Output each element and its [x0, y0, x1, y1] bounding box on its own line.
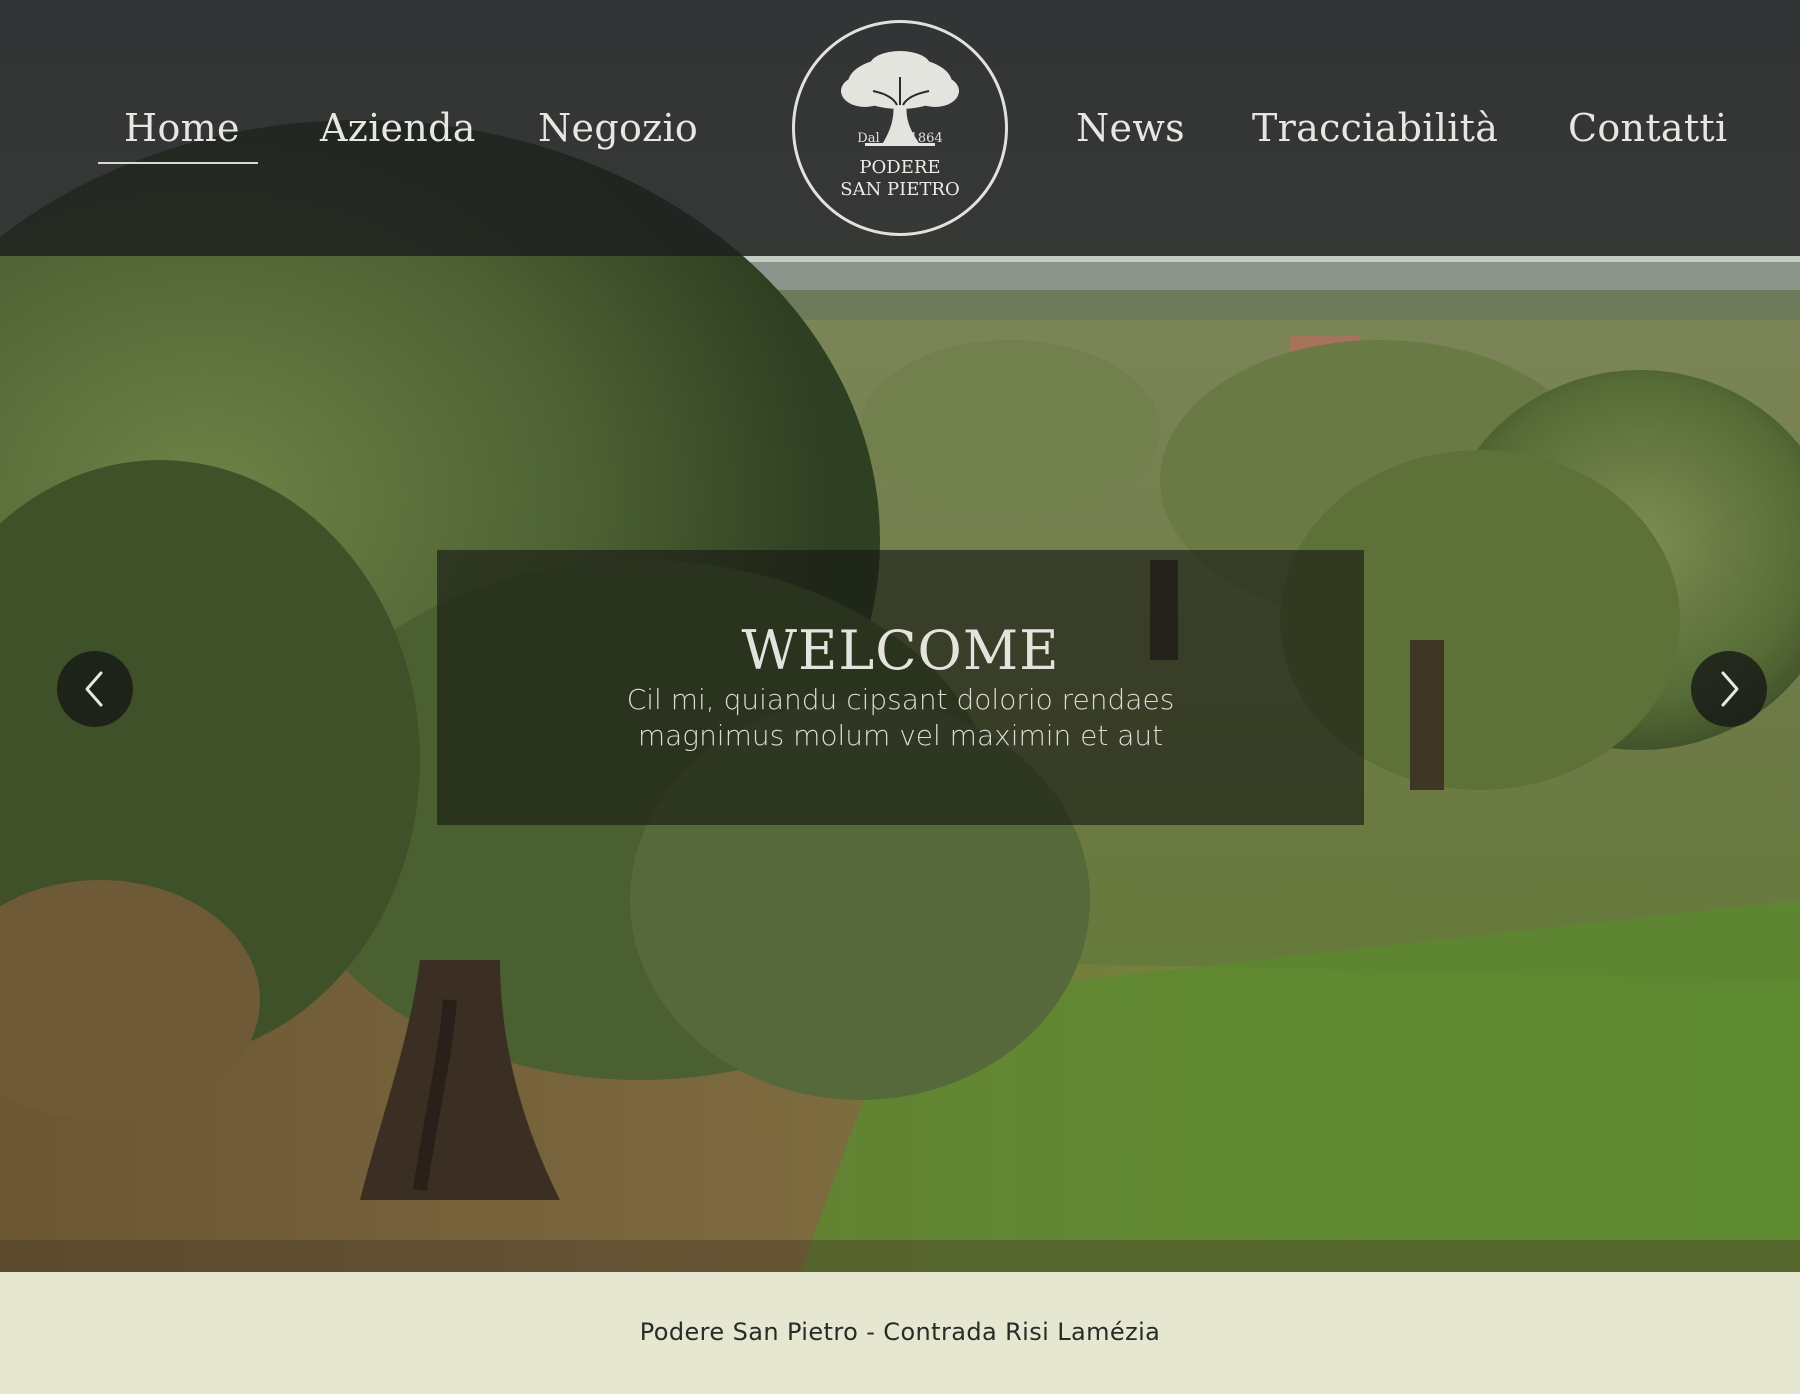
chevron-right-icon [1721, 671, 1739, 707]
logo-name: PODERE SAN PIETRO [795, 157, 1005, 201]
welcome-title: WELCOME [741, 619, 1060, 682]
nav-item-news[interactable]: News [1076, 98, 1185, 158]
logo-name-line2: SAN PIETRO [840, 179, 960, 200]
nav-item-contatti[interactable]: Contatti [1568, 98, 1727, 158]
welcome-caption: WELCOME Cil mi, quiandu cipsant dolorio … [437, 550, 1364, 825]
logo-since: Dal 1864 [795, 131, 1005, 146]
chevron-left-icon [85, 671, 103, 707]
page: Home Azienda Negozio Dal 1864 PODERE SAN… [0, 0, 1800, 1394]
nav-item-tracciabilita[interactable]: Tracciabilità [1252, 98, 1498, 158]
slider-next-button[interactable] [1691, 651, 1767, 727]
nav-item-home[interactable]: Home [98, 98, 258, 164]
slider-prev-button[interactable] [57, 651, 133, 727]
site-footer: Podere San Pietro - Contrada Risi Lamézi… [0, 1272, 1800, 1394]
nav-item-negozio[interactable]: Negozio [538, 98, 698, 158]
footer-address: Podere San Pietro - Contrada Risi Lamézi… [639, 1318, 1161, 1346]
welcome-text: Cil mi, quiandu cipsant dolorio rendaes … [626, 683, 1175, 752]
logo-since-label: Dal [857, 131, 880, 146]
nav-item-azienda[interactable]: Azienda [320, 98, 475, 158]
logo-name-line1: PODERE [859, 157, 941, 178]
site-header: Home Azienda Negozio Dal 1864 PODERE SAN… [0, 0, 1800, 256]
logo-since-year: 1864 [909, 131, 943, 146]
site-logo[interactable]: Dal 1864 PODERE SAN PIETRO [792, 20, 1008, 236]
